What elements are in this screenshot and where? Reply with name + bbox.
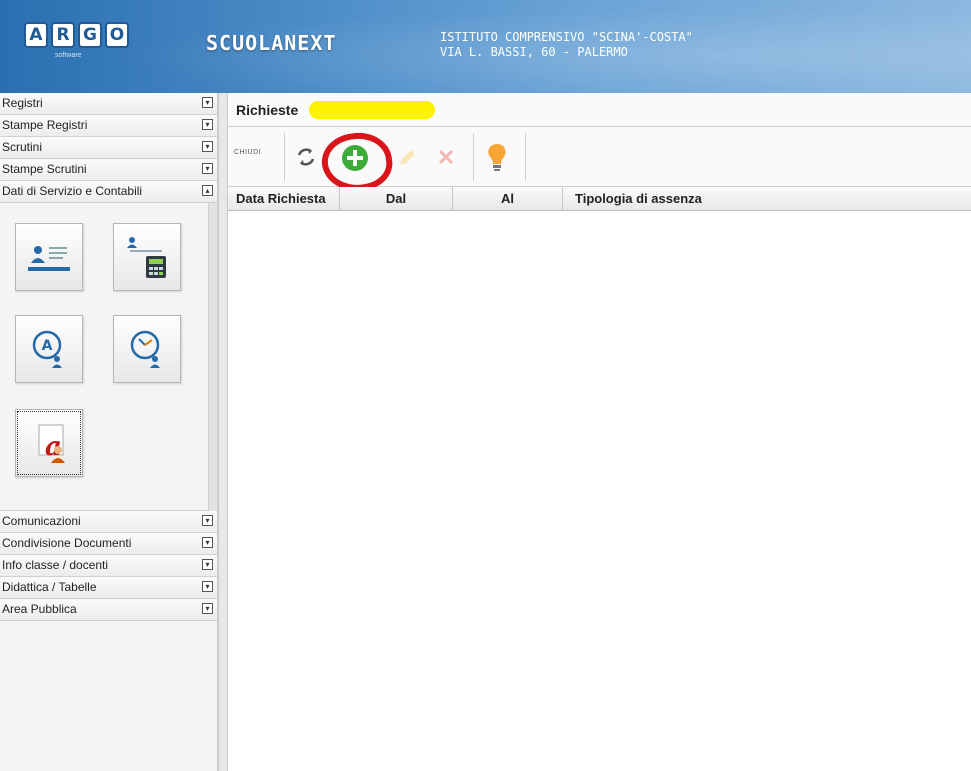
- column-header-al[interactable]: Al: [453, 187, 563, 210]
- sidebar-item-label: Stampe Scrutini: [2, 162, 87, 176]
- chevron-down-icon[interactable]: ▾: [202, 163, 213, 174]
- sidebar-item-condivisione-documenti[interactable]: Condivisione Documenti ▾: [0, 533, 217, 555]
- column-header-dal[interactable]: Dal: [340, 187, 453, 210]
- sidebar-item-area-pubblica[interactable]: Area Pubblica ▾: [0, 599, 217, 621]
- sidebar-item-label: Condivisione Documenti: [2, 536, 132, 550]
- dati-servizio-panel: A a: [0, 203, 217, 511]
- sidebar-item-registri[interactable]: Registri ▾: [0, 93, 217, 115]
- sidebar: Registri ▾ Stampe Registri ▾ Scrutini ▾ …: [0, 93, 218, 771]
- chevron-down-icon[interactable]: ▾: [202, 537, 213, 548]
- main-content: Richieste CHIUDI Data Richiesta Dal Al T…: [228, 93, 971, 771]
- logo-letter: R: [51, 22, 75, 48]
- column-header-data-richiesta[interactable]: Data Richiesta: [228, 187, 340, 210]
- chevron-down-icon[interactable]: ▾: [202, 97, 213, 108]
- edit-icon[interactable]: [396, 147, 418, 174]
- sidebar-item-label: Area Pubblica: [2, 602, 77, 616]
- chevron-up-icon[interactable]: ▴: [202, 185, 213, 196]
- redacted-highlight: [309, 101, 435, 119]
- sidebar-item-dati-servizio[interactable]: Dati di Servizio e Contabili ▴: [0, 181, 217, 203]
- sidebar-item-label: Stampe Registri: [2, 118, 88, 132]
- sidebar-item-didattica[interactable]: Didattica / Tabelle ▾: [0, 577, 217, 599]
- svg-text:A: A: [42, 338, 53, 354]
- acrobat-document-person-icon[interactable]: a: [15, 409, 83, 477]
- school-info: ISTITUTO COMPRENSIVO "SCINA'-COSTA" VIA …: [440, 30, 693, 60]
- chevron-down-icon[interactable]: ▾: [202, 559, 213, 570]
- lightbulb-icon[interactable]: [485, 142, 509, 179]
- page-title-bar: Richieste: [228, 93, 971, 127]
- chevron-down-icon[interactable]: ▾: [202, 141, 213, 152]
- sidebar-item-label: Didattica / Tabelle: [2, 580, 97, 594]
- panel-scrollbar[interactable]: [208, 203, 217, 511]
- close-button[interactable]: CHIUDI: [234, 149, 261, 156]
- chevron-down-icon[interactable]: ▾: [202, 603, 213, 614]
- sidebar-item-label: Scrutini: [2, 140, 43, 154]
- school-address: VIA L. BASSI, 60 - PALERMO: [440, 45, 628, 59]
- sidebar-item-label: Info classe / docenti: [2, 558, 109, 572]
- sidebar-item-label: Dati di Servizio e Contabili: [2, 184, 143, 198]
- logo-subtitle: software: [55, 52, 82, 59]
- delete-icon[interactable]: [436, 147, 456, 172]
- hours-clock-person-icon[interactable]: [113, 315, 181, 383]
- sidebar-item-scrutini[interactable]: Scrutini ▾: [0, 137, 217, 159]
- brand-title: SCUOLANEXT: [206, 31, 337, 55]
- refresh-icon[interactable]: [294, 145, 318, 174]
- app-header: A R G O software SCUOLANEXT ISTITUTO COM…: [0, 0, 971, 93]
- panel-splitter[interactable]: [218, 93, 228, 771]
- table-header: Data Richiesta Dal Al Tipologia di assen…: [228, 187, 971, 211]
- personal-data-card-icon[interactable]: [15, 223, 83, 291]
- sidebar-item-stampe-registri[interactable]: Stampe Registri ▾: [0, 115, 217, 137]
- logo-letter: G: [78, 22, 102, 48]
- logo-letter: A: [24, 22, 48, 48]
- column-header-tipologia[interactable]: Tipologia di assenza: [563, 187, 971, 210]
- argo-logo: A R G O: [24, 22, 129, 48]
- absences-person-icon[interactable]: A: [15, 315, 83, 383]
- sidebar-item-comunicazioni[interactable]: Comunicazioni ▾: [0, 511, 217, 533]
- toolbar-separator: [473, 133, 474, 181]
- toolbar-separator: [525, 133, 526, 181]
- toolbar-separator: [284, 133, 285, 181]
- chevron-down-icon[interactable]: ▾: [202, 515, 213, 526]
- sidebar-item-stampe-scrutini[interactable]: Stampe Scrutini ▾: [0, 159, 217, 181]
- logo-letter: O: [105, 22, 129, 48]
- school-name: ISTITUTO COMPRENSIVO "SCINA'-COSTA": [440, 30, 693, 44]
- page-title: Richieste: [236, 102, 299, 118]
- red-annotation-circle: [318, 128, 396, 196]
- payroll-calculator-icon[interactable]: [113, 223, 181, 291]
- sidebar-item-label: Registri: [2, 96, 43, 110]
- chevron-down-icon[interactable]: ▾: [202, 119, 213, 130]
- sidebar-item-info-classe[interactable]: Info classe / docenti ▾: [0, 555, 217, 577]
- toolbar: CHIUDI: [228, 127, 971, 196]
- chevron-down-icon[interactable]: ▾: [202, 581, 213, 592]
- sidebar-item-label: Comunicazioni: [2, 514, 81, 528]
